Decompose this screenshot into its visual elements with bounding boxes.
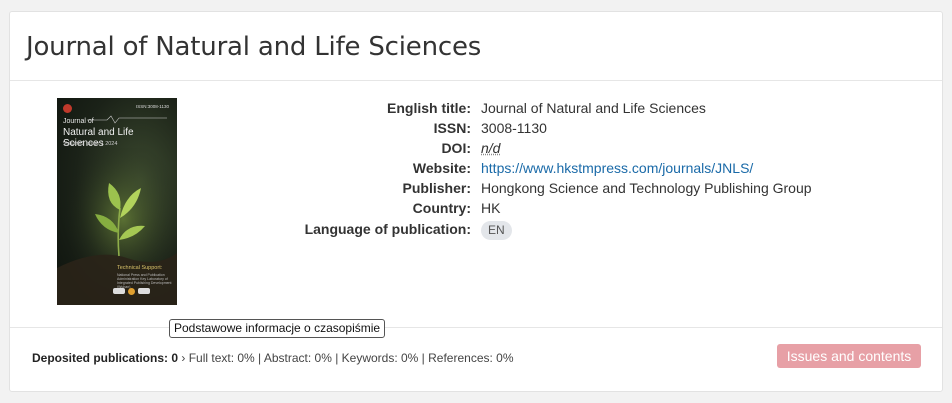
cover-tech-support: Technical Support: xyxy=(117,265,163,271)
english-title-label: English title: xyxy=(387,100,471,116)
detail-row-website: Website: https://www.hkstmpress.com/jour… xyxy=(10,158,940,178)
issn-label: ISSN: xyxy=(433,120,471,136)
country-label: Country: xyxy=(412,200,471,216)
deposit-stats: Deposited publications: 0 › Full text: 0… xyxy=(32,351,514,365)
language-badge-wrap: EN xyxy=(481,219,512,240)
open-access-icon xyxy=(128,287,135,295)
footer-divider xyxy=(10,327,942,328)
doi-value: n/d xyxy=(481,140,501,156)
deposited-publications[interactable]: Deposited publications: 0 xyxy=(32,351,178,365)
detail-row-country: Country: HK xyxy=(10,198,940,218)
issn-value: 3008-1130 xyxy=(481,120,547,136)
language-badge: EN xyxy=(481,221,512,240)
open-access-label-icon xyxy=(138,288,150,294)
detail-row-english-title: English title: Journal of Natural and Li… xyxy=(10,98,940,118)
header-divider xyxy=(10,80,942,81)
detail-row-publisher: Publisher: Hongkong Science and Technolo… xyxy=(10,178,940,198)
english-title-value: Journal of Natural and Life Sciences xyxy=(481,100,706,116)
cover-tooltip: Podstawowe informacje o czasopiśmie xyxy=(169,319,386,338)
cc-license-icon xyxy=(113,288,125,294)
publisher-value: Hongkong Science and Technology Publishi… xyxy=(481,180,812,196)
detail-row-issn: ISSN: 3008-1130 xyxy=(10,118,940,138)
country-value: HK xyxy=(481,200,501,216)
website-label: Website: xyxy=(412,160,471,176)
publisher-label: Publisher: xyxy=(402,180,471,196)
page-title: Journal of Natural and Life Sciences xyxy=(26,32,482,62)
deposit-percentages: › Full text: 0% | Abstract: 0% | Keyword… xyxy=(181,351,514,365)
website-link[interactable]: https://www.hkstmpress.com/journals/JNLS… xyxy=(481,158,753,178)
detail-row-doi: DOI: n/d xyxy=(10,138,940,158)
journal-card: Journal of Natural and Life Sciences ISS… xyxy=(9,11,943,392)
detail-row-language: Language of publication: EN xyxy=(10,219,940,240)
language-label: Language of publication: xyxy=(304,221,471,237)
doi-label: DOI: xyxy=(441,140,471,156)
cover-license-icons xyxy=(113,286,173,296)
issues-and-contents-button[interactable]: Issues and contents xyxy=(777,344,921,368)
